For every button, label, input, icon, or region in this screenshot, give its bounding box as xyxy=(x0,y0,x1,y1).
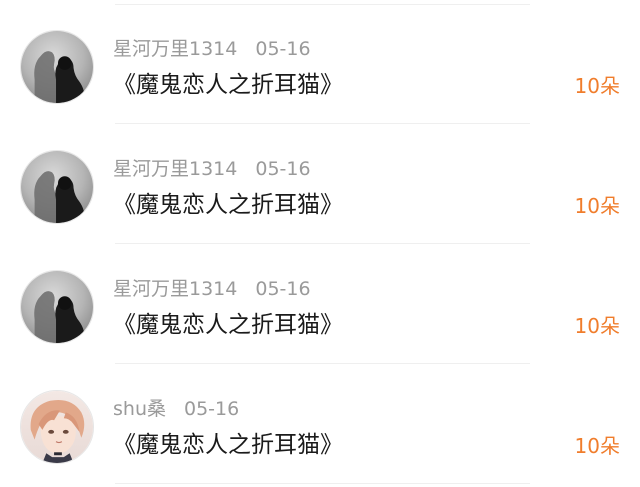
gift-count: 10朵 xyxy=(574,314,620,338)
username[interactable]: shu桑 xyxy=(113,397,166,421)
comment-meta: 星河万里1314 05-16 xyxy=(113,157,311,181)
comment-text: 《魔鬼恋人之折耳猫》 xyxy=(113,312,343,338)
avatar[interactable] xyxy=(20,270,94,344)
comment-meta: 星河万里1314 05-16 xyxy=(113,277,311,301)
username[interactable]: 星河万里1314 xyxy=(113,157,237,181)
comment-meta: 星河万里1314 05-16 xyxy=(113,37,311,61)
list-item[interactable]: shu桑 05-16 《魔鬼恋人之折耳猫》 10朵 xyxy=(0,364,640,484)
avatar[interactable] xyxy=(20,150,94,224)
row-divider xyxy=(115,483,530,484)
comment-date: 05-16 xyxy=(255,158,311,180)
username[interactable]: 星河万里1314 xyxy=(113,277,237,301)
list-item[interactable]: 星河万里1314 05-16 《魔鬼恋人之折耳猫》 10朵 xyxy=(0,4,640,124)
username[interactable]: 星河万里1314 xyxy=(113,37,237,61)
couple-silhouette-avatar-icon xyxy=(21,151,93,223)
comment-text: 《魔鬼恋人之折耳猫》 xyxy=(113,432,343,458)
comment-text: 《魔鬼恋人之折耳猫》 xyxy=(113,192,343,218)
comment-date: 05-16 xyxy=(183,398,240,420)
avatar[interactable] xyxy=(20,30,94,104)
gift-count: 10朵 xyxy=(574,194,620,218)
comment-list: 星河万里1314 05-16 《魔鬼恋人之折耳猫》 10朵 星河万里1314 0… xyxy=(0,0,640,487)
comment-meta: shu桑 05-16 xyxy=(113,397,239,421)
comment-date: 05-16 xyxy=(255,278,311,300)
list-item[interactable]: 星河万里1314 05-16 《魔鬼恋人之折耳猫》 10朵 xyxy=(0,244,640,364)
comment-date: 05-16 xyxy=(255,38,311,60)
list-item[interactable]: 星河万里1314 05-16 《魔鬼恋人之折耳猫》 10朵 xyxy=(0,124,640,244)
gift-count: 10朵 xyxy=(574,434,620,458)
gift-count: 10朵 xyxy=(574,74,620,98)
couple-silhouette-avatar-icon xyxy=(21,31,93,103)
comment-text: 《魔鬼恋人之折耳猫》 xyxy=(113,72,343,98)
avatar[interactable] xyxy=(20,390,94,464)
couple-silhouette-avatar-icon xyxy=(21,271,93,343)
anime-boy-avatar-icon xyxy=(21,391,93,463)
